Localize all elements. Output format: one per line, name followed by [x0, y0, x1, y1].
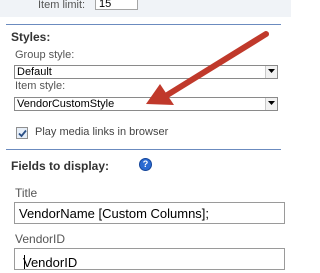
- annotation-arrow: [146, 31, 269, 105]
